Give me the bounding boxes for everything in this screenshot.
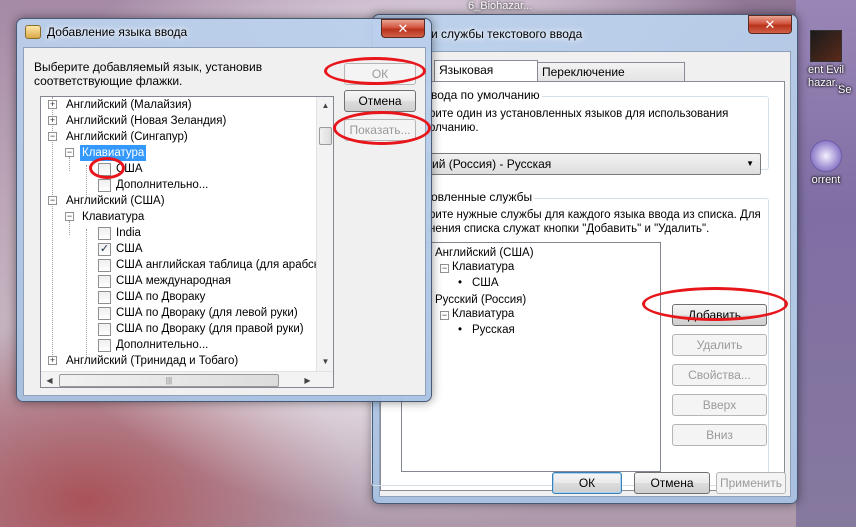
tree-node[interactable]: Английский (Тринидад и Тобаго) [66,353,238,369]
checkbox-more[interactable] [98,179,111,192]
game-icon [810,30,842,62]
tree-node[interactable]: США [116,161,143,177]
collapse-icon[interactable]: − [48,132,57,141]
window-client: Языковая панель Переключение клавиатуры … [371,51,791,497]
checkbox-usa-international[interactable] [98,275,111,288]
checkbox-more-us[interactable] [98,339,111,352]
dialog-title: Добавление языка ввода [47,25,188,39]
checkbox-dvorak[interactable] [98,291,111,304]
add-button[interactable]: Добавить... [672,304,767,326]
checkbox-dvorak-left[interactable] [98,307,111,320]
tree-guide [69,157,70,171]
tab-page: вода по умолчанию рите один из установле… [371,81,785,491]
scroll-thumb[interactable] [319,127,332,145]
tree-node[interactable]: Английский (США) [66,193,165,209]
remove-button[interactable]: Удалить [672,334,767,356]
tab-language-bar[interactable]: Языковая панель [434,60,538,95]
scroll-thumb[interactable]: ||| [59,374,279,387]
tree-guide [69,221,70,235]
tree-node[interactable]: Английский (Сингапур) [66,129,188,145]
scroll-up-icon[interactable]: ▲ [317,97,333,114]
collapse-icon[interactable]: − [440,311,449,320]
tree-node[interactable]: India [116,225,141,241]
default-language-description: рите один из установленных языков для ис… [429,108,729,134]
tree-node[interactable]: Дополнительно... [116,177,208,193]
default-language-select[interactable]: ий (Россия) - Русская ▼ [427,153,761,175]
tree-node[interactable]: Русская [472,322,515,338]
tree-node[interactable]: США по Двораку (для левой руки) [116,305,298,321]
show-button[interactable]: Показать... [344,119,416,141]
dialog-client: Выберите добавляемый язык, установив соо… [23,47,426,396]
tree-node[interactable]: США по Двораку (для правой руки) [116,321,304,337]
tree-node[interactable]: Английский (Новая Зеландия) [66,113,226,129]
tree-node-selected[interactable]: Клавиатура [80,145,147,161]
installed-services-group-title: овленные службы [429,190,535,204]
checkbox-india[interactable] [98,227,111,240]
desktop-icon-label: orrent [811,174,841,186]
language-tree[interactable]: + Английский (Малайзия) + Английский (Но… [40,96,334,388]
tree-bullet: • [458,324,463,336]
text-services-window: и службы текстового ввода ✕ Языковая пан… [371,14,798,504]
desktop-icon-torrent[interactable]: orrent [796,140,856,187]
ok-button[interactable]: ОК [552,472,622,494]
cancel-button[interactable]: Отмена [634,472,710,494]
checkbox-dvorak-right[interactable] [98,323,111,336]
tree-node[interactable]: США английская таблица (для арабской [116,257,332,273]
desktop-icon-label: Se [838,84,852,96]
collapse-icon[interactable]: − [65,148,74,157]
desktop-icon-game[interactable]: ent Evil hazar... [796,30,856,90]
tree-node[interactable]: США [472,275,499,291]
tree-node[interactable]: Клавиатура [82,209,144,225]
checkbox-usa-singapore[interactable] [98,163,111,176]
collapse-icon[interactable]: − [65,212,74,221]
move-down-button[interactable]: Вниз [672,424,767,446]
checkmark-icon: ✓ [99,243,110,255]
properties-button[interactable]: Свойства... [672,364,767,386]
default-language-group-title: вода по умолчанию [429,88,542,102]
move-up-button[interactable]: Вверх [672,394,767,416]
collapse-icon[interactable]: − [48,196,57,205]
tree-node[interactable]: Английский (Малайзия) [66,97,192,113]
tree-bullet: • [458,277,463,289]
expand-icon[interactable]: + [48,116,57,125]
instruction-text: Выберите добавляемый язык, установив соо… [34,60,263,88]
tree-node[interactable]: Дополнительно... [116,337,208,353]
close-button[interactable]: ✕ [381,19,425,38]
expand-icon[interactable]: + [48,100,57,109]
tree-horizontal-scrollbar[interactable]: ◀ ||| ▶ [41,371,333,387]
tab-keyboard-switch[interactable]: Переключение клавиатуры [537,62,685,97]
desktop-top-label[interactable]: 6_Biohazar... [468,0,532,12]
close-icon: ✕ [764,17,776,32]
apply-button[interactable]: Применить [716,472,786,494]
tree-node[interactable]: США по Двораку [116,289,205,305]
grip-icon: ||| [165,376,173,385]
add-input-language-dialog: Добавление языка ввода ✕ Выберите добавл… [16,18,432,402]
ok-button[interactable]: ОК [344,63,416,85]
checkbox-usa-arabic[interactable] [98,259,111,272]
tree-guide [86,229,87,359]
chevron-down-icon: ▼ [746,159,754,168]
desktop-icon-partial[interactable]: Se [838,84,856,97]
collapse-icon[interactable]: − [440,264,449,273]
scroll-down-icon[interactable]: ▼ [317,353,333,370]
tree-node[interactable]: США [116,241,143,257]
expand-icon[interactable]: + [48,356,57,365]
default-language-value: ий (Россия) - Русская [432,157,552,171]
tree-node[interactable]: Клавиатура [452,306,514,322]
cancel-button[interactable]: Отмена [344,90,416,112]
close-icon: ✕ [397,21,409,36]
installed-services-tree[interactable]: Английский (США) − Клавиатура • США Русс… [401,242,661,472]
scroll-right-icon[interactable]: ▶ [299,372,316,387]
close-button[interactable]: ✕ [748,15,792,34]
scroll-left-icon[interactable]: ◀ [41,372,58,387]
installed-services-description: рите нужные службы для каждого языка вво… [429,209,761,235]
checkbox-usa[interactable]: ✓ [98,243,111,256]
window-title: и службы текстового ввода [431,27,583,41]
tree-vertical-scrollbar[interactable]: ▲ ▼ [316,97,333,371]
torrent-icon [810,140,842,172]
tree-node[interactable]: Клавиатура [452,259,514,275]
tree-node[interactable]: США международная [116,273,231,289]
keyboard-icon [25,25,41,39]
